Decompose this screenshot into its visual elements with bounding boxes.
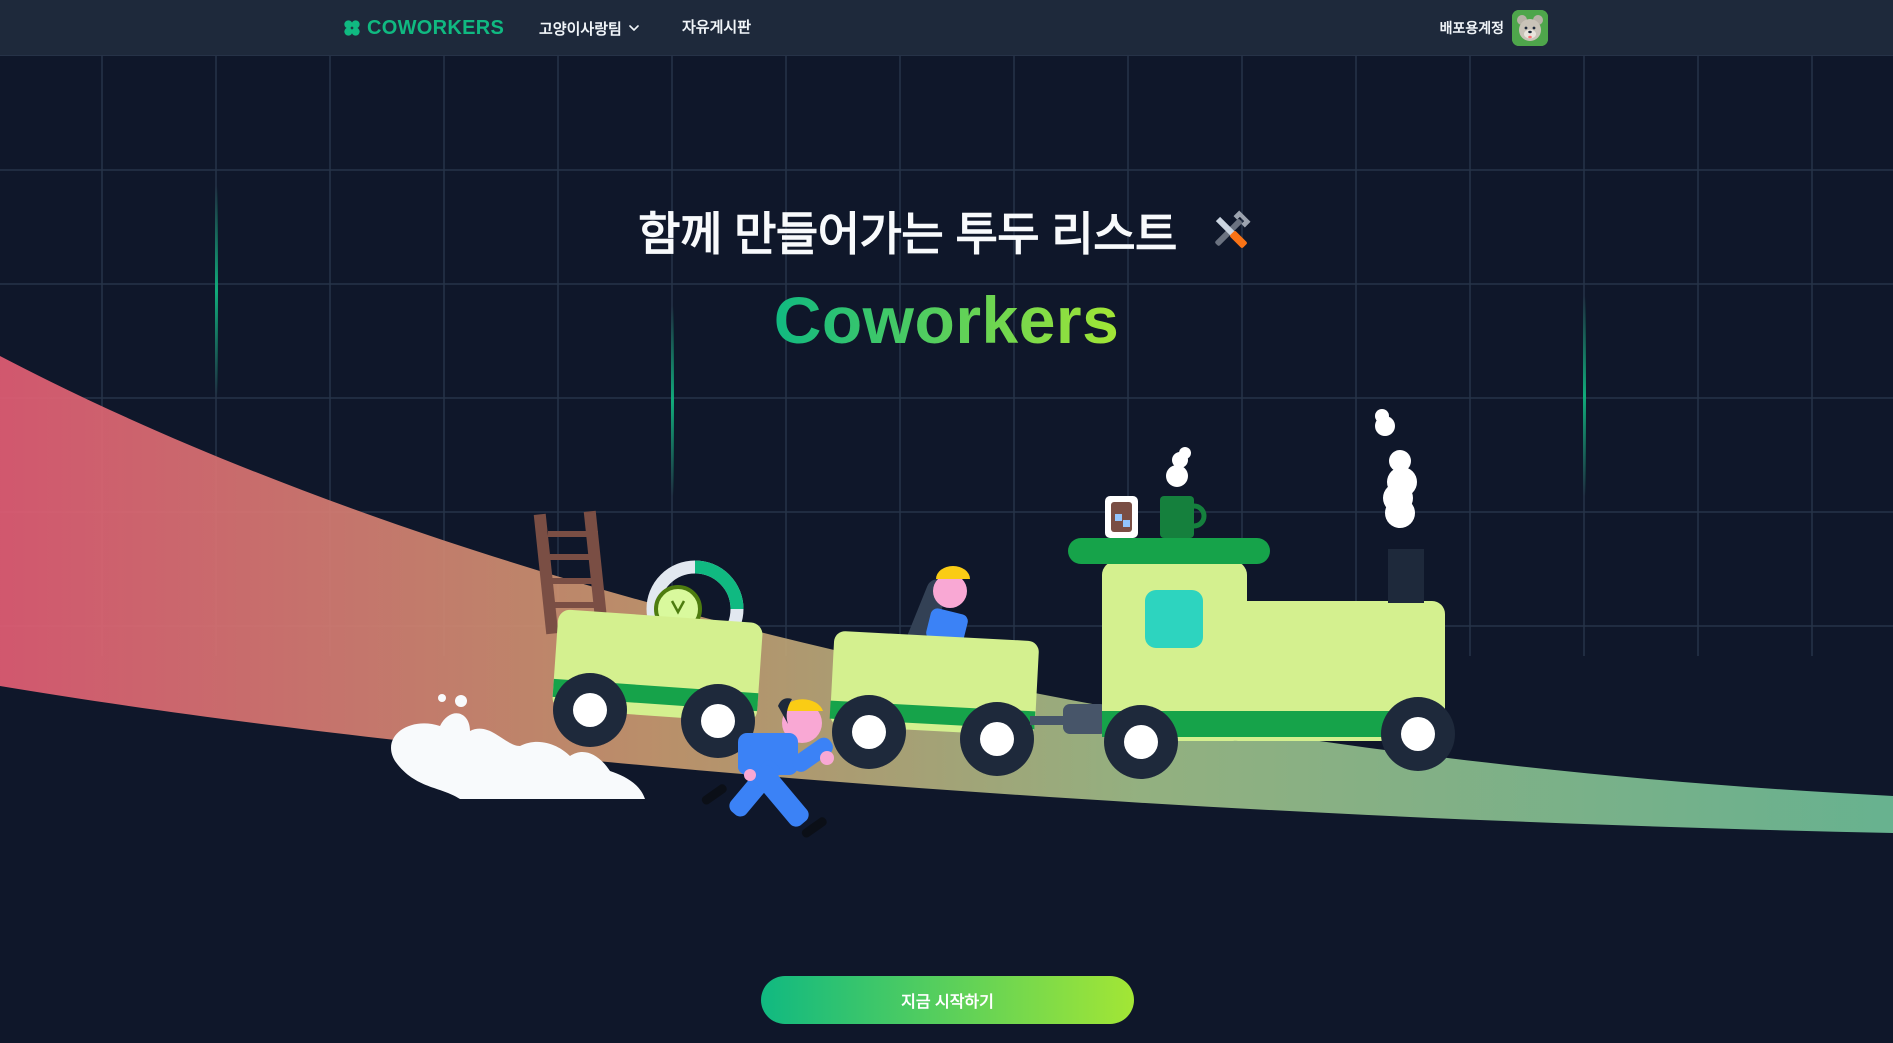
account-name: 배포용계정 [1439,20,1504,36]
hero-section: 함께 만들어가는 투두 리스트 Coworkers [0,56,1893,1043]
logo-text: COWORKERS [367,16,505,39]
start-now-button[interactable]: 지금 시작하기 [761,976,1134,1024]
clover-icon [344,20,360,36]
top-nav-bar: COWORKERS 고양이사랑팀 자유게시판 배포용계정 [0,0,1893,56]
team-select-dropdown[interactable]: 고양이사랑팀 [539,16,640,40]
team-name: 고양이사랑팀 [539,20,622,38]
chevron-down-icon [629,25,639,31]
avatar [1512,10,1548,46]
account-menu[interactable]: 배포용계정 [1440,9,1548,47]
free-board-link[interactable]: 자유게시판 [682,16,751,40]
train-workers-illustration [0,356,1893,838]
logo[interactable]: COWORKERS [343,14,504,42]
